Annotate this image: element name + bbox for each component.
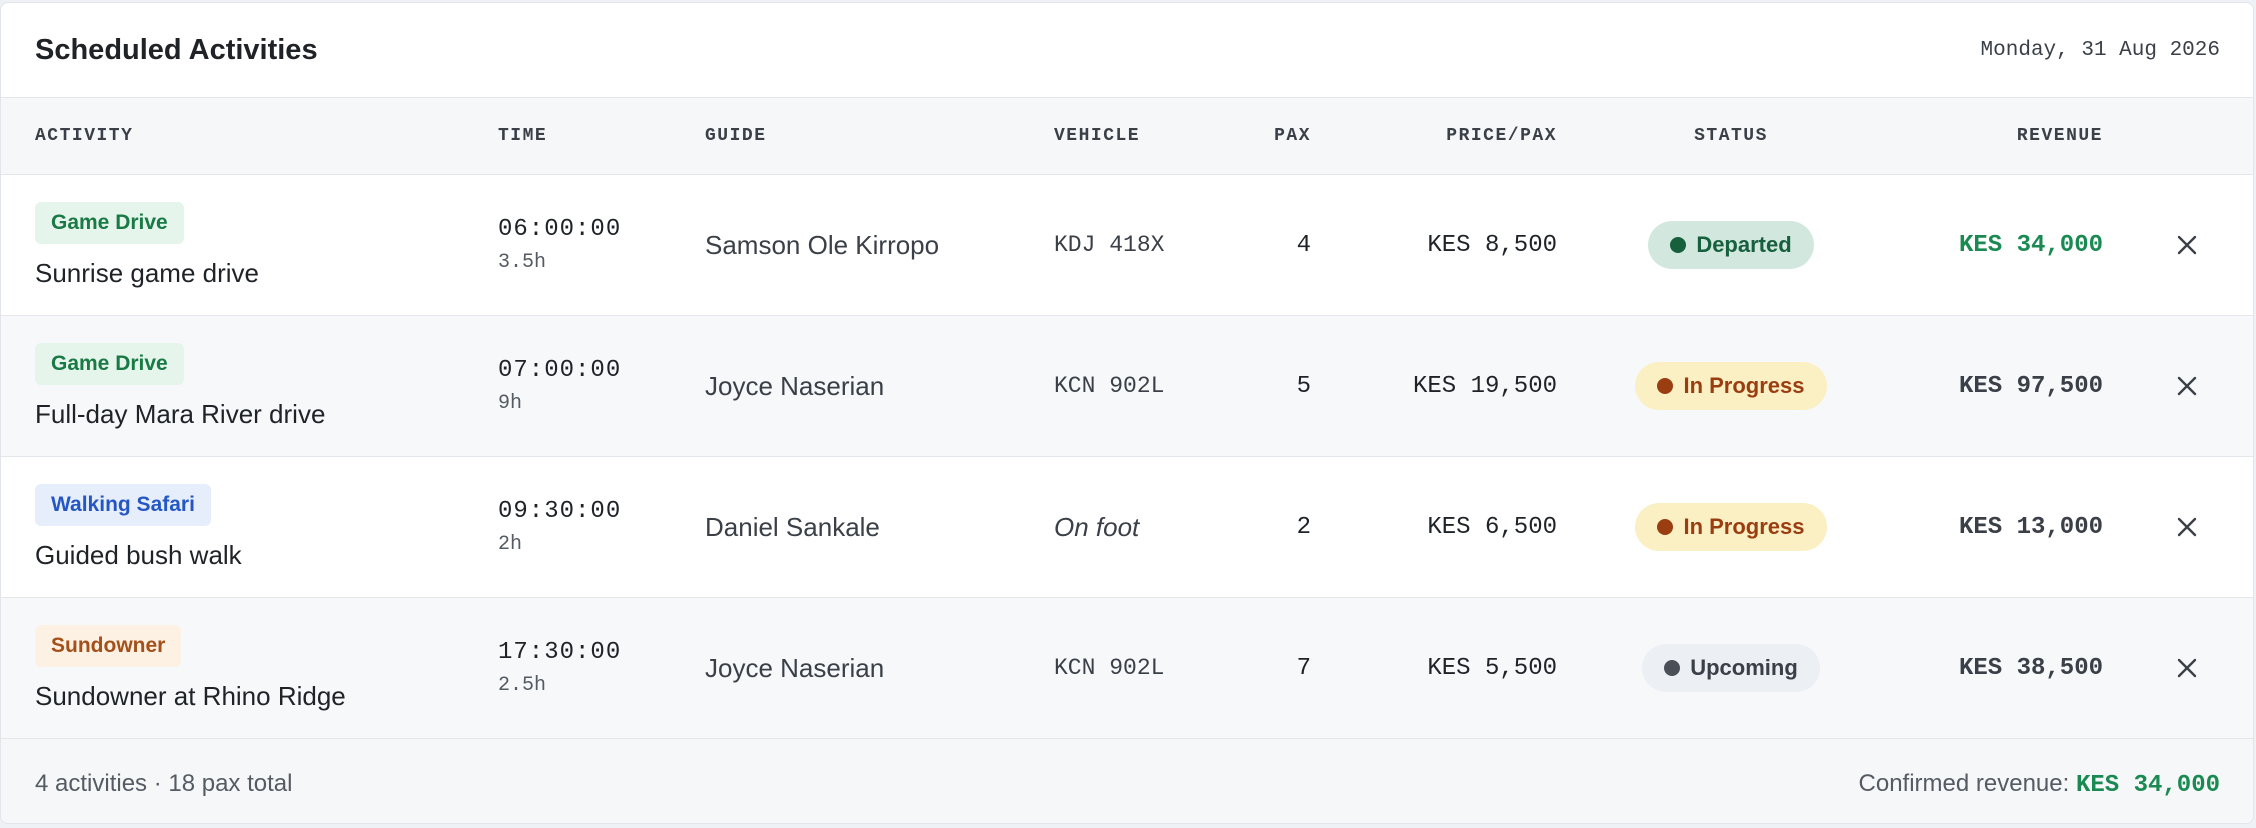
guide-name: Joyce Naserian [705,370,885,401]
remove-activity-button[interactable] [2173,513,2201,541]
start-time: 07:00:00 [498,357,622,384]
remove-activity-button[interactable] [2173,372,2201,400]
activity-name: Guided bush walk [35,539,242,570]
column-header-vehicle[interactable]: Vehicle [1054,126,1140,146]
confirmed-revenue: Confirmed revenue: KES 34,000 [1859,770,2220,799]
close-icon [2177,376,2197,396]
vehicle-plate: KCN 902L [1054,655,1165,681]
guide-name: Daniel Sankale [705,511,880,542]
column-header-price[interactable]: Price/Pax [1446,126,1557,146]
status-badge: In Progress [1635,362,1827,410]
activity-cell: Game Drive Sunrise game drive [35,201,259,289]
card-header: Scheduled Activities Monday, 31 Aug 2026 [1,3,2253,98]
revenue-value: KES 97,500 [1958,372,2103,400]
card-footer: 4 activities · 18 pax total Confirmed re… [1,739,2253,823]
start-time: 06:00:00 [498,216,622,243]
status-label: In Progress [1683,373,1805,398]
status-badge: Departed [1648,221,1814,269]
page-title: Scheduled Activities [35,33,318,66]
pax-count: 2 [1296,513,1311,541]
vehicle-plate: On foot [1054,511,1140,542]
status-cell: Upcoming [1631,644,1831,692]
remove-activity-button[interactable] [2173,654,2201,682]
column-header-guide[interactable]: Guide [705,126,767,146]
time-cell: 17:30:00 2.5h [498,639,621,697]
start-time: 09:30:00 [498,498,622,525]
activity-cell: Game Drive Full-day Mara River drive [35,342,326,430]
time-cell: 07:00:00 9h [498,357,621,415]
confirmed-revenue-amount: KES 34,000 [2075,771,2220,799]
status-label: Departed [1696,232,1792,257]
activity-summary: 4 activities · 18 pax total [35,770,293,797]
duration: 9h [498,392,523,415]
activity-name: Sundowner at Rhino Ridge [35,680,346,711]
price-per-pax: KES 6,500 [1427,513,1557,541]
activity-name: Full-day Mara River drive [35,398,326,429]
column-header-activity[interactable]: Activity [35,126,133,146]
activity-type-tag: Game Drive [35,342,184,385]
activity-type-tag: Game Drive [35,201,184,244]
close-icon [2177,235,2197,255]
dot-icon [1664,660,1681,676]
vehicle-plate: KCN 902L [1054,373,1165,399]
dot-icon [1657,519,1674,535]
guide-name: Joyce Naserian [705,652,885,683]
schedule-date: Monday, 31 Aug 2026 [1980,38,2220,62]
time-cell: 09:30:00 2h [498,498,621,556]
price-per-pax: KES 19,500 [1412,372,1557,400]
column-header-pax[interactable]: Pax [1274,126,1311,146]
duration: 3.5h [498,251,547,274]
activity-type-tag: Sundowner [35,624,182,667]
close-icon [2177,517,2197,537]
status-badge: In Progress [1635,503,1827,551]
table-row[interactable]: Game Drive Sunrise game drive 06:00:00 3… [1,175,2253,316]
remove-activity-button[interactable] [2173,231,2201,259]
status-badge: Upcoming [1642,644,1820,692]
status-label: Upcoming [1690,655,1798,680]
guide-name: Samson Ole Kirropo [705,229,940,260]
status-cell: Departed [1631,221,1831,269]
revenue-value: KES 34,000 [1958,231,2103,259]
table-header: Activity Time Guide Vehicle Pax Price/Pa… [1,98,2253,175]
column-header-time[interactable]: Time [498,126,547,146]
status-cell: In Progress [1631,362,1831,410]
activity-type-tag: Walking Safari [35,483,211,526]
dot-icon [1657,378,1674,394]
scheduled-activities-card: Scheduled Activities Monday, 31 Aug 2026… [0,2,2254,824]
confirmed-revenue-label: Confirmed revenue: [1858,769,2076,797]
column-header-revenue[interactable]: Revenue [2017,126,2103,146]
column-header-status[interactable]: Status [1631,126,1831,146]
revenue-value: KES 13,000 [1958,513,2103,541]
status-cell: In Progress [1631,503,1831,551]
start-time: 17:30:00 [498,639,622,666]
vehicle-plate: KDJ 418X [1054,232,1165,258]
activity-name: Sunrise game drive [35,257,259,288]
activity-cell: Walking Safari Guided bush walk [35,483,242,571]
table-row[interactable]: Sundowner Sundowner at Rhino Ridge 17:30… [1,598,2253,739]
status-label: In Progress [1683,514,1805,539]
close-icon [2177,658,2197,678]
duration: 2h [498,533,523,556]
pax-count: 4 [1296,231,1311,259]
pax-count: 5 [1296,372,1311,400]
table-row[interactable]: Game Drive Full-day Mara River drive 07:… [1,316,2253,457]
time-cell: 06:00:00 3.5h [498,216,621,274]
dot-icon [1670,237,1687,253]
table-row[interactable]: Walking Safari Guided bush walk 09:30:00… [1,457,2253,598]
revenue-value: KES 38,500 [1958,654,2103,682]
price-per-pax: KES 8,500 [1427,231,1557,259]
pax-count: 7 [1296,654,1311,682]
activity-cell: Sundowner Sundowner at Rhino Ridge [35,624,346,712]
price-per-pax: KES 5,500 [1427,654,1557,682]
duration: 2.5h [498,674,547,697]
